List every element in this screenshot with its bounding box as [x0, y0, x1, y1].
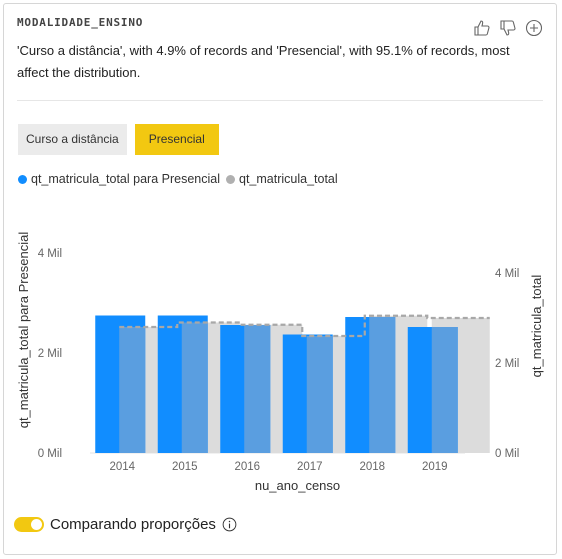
overlap-bar-2019 [431, 327, 458, 453]
x-tick-label-2018: 2018 [359, 461, 385, 473]
right-tick-label: 0 Mil [495, 448, 519, 460]
x-tick-label-2014: 2014 [109, 461, 135, 473]
x-tick-label-2019: 2019 [422, 461, 448, 473]
overlap-bar-2018 [369, 317, 396, 453]
right-tick-label: 2 Mil [495, 358, 519, 370]
plot-area: 0 Mil 2 Mil 4 Mil 0 Mil 2 Mil 4 Mil 2014 2015 20… [16, 232, 544, 493]
x-axis-title: nu_ano_censo [255, 478, 340, 493]
overlap-bar-2017 [306, 336, 333, 453]
right-axis-title: qt_matricula_total [529, 275, 544, 378]
compare-proportions-row: Comparando proporções [14, 516, 237, 533]
left-tick-label: 2 Mil [38, 348, 62, 360]
right-tick-label: 4 Mil [495, 268, 519, 280]
overlap-bar-2015 [181, 322, 208, 453]
left-axis-title: qt_matricula_total para Presencial [16, 232, 31, 429]
column-chart: 0 Mil 2 Mil 4 Mil 0 Mil 2 Mil 4 Mil 2014 2015 20… [16, 232, 544, 493]
overlap-bar-2016 [244, 325, 271, 453]
info-icon[interactable] [222, 517, 237, 532]
overlap-bar-2014 [119, 327, 146, 453]
left-tick-label: 0 Mil [38, 448, 62, 460]
compare-proportions-label: Comparando proporções [50, 516, 216, 533]
x-tick-label-2017: 2017 [297, 461, 323, 473]
compare-proportions-toggle[interactable] [14, 517, 44, 532]
left-tick-label: 4 Mil [38, 248, 62, 260]
x-tick-label-2016: 2016 [234, 461, 260, 473]
x-tick-label-2015: 2015 [172, 461, 198, 473]
